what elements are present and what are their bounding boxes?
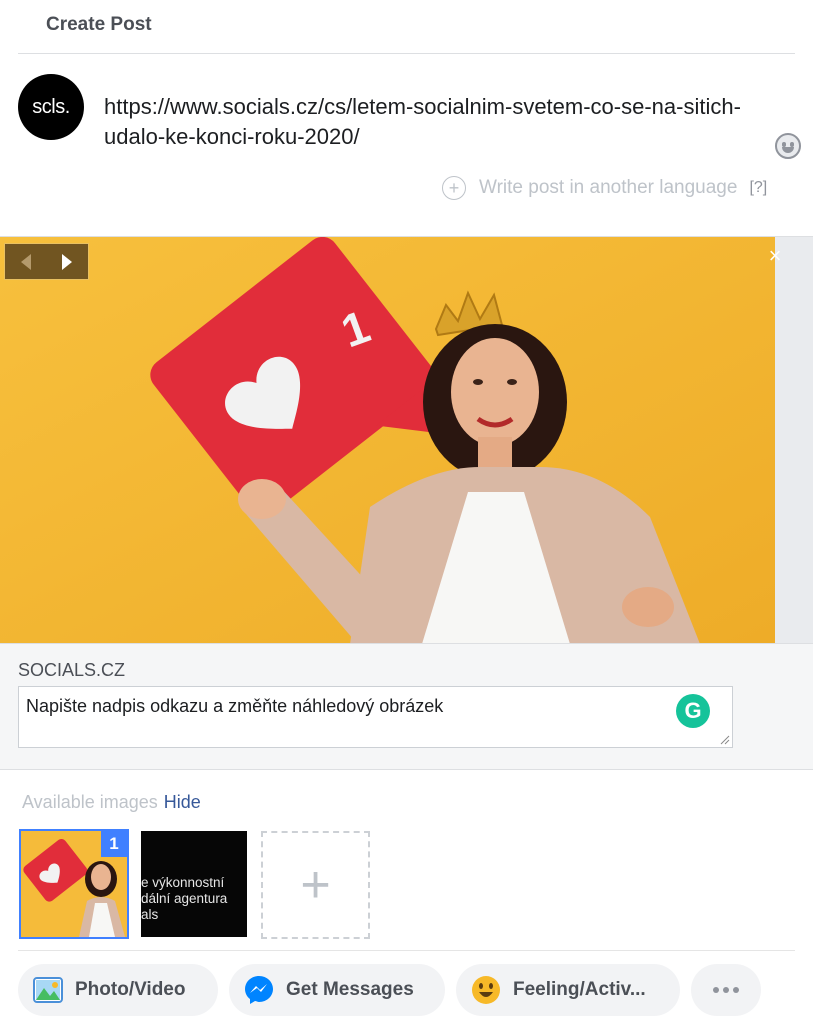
plus-circle-icon: + [442, 176, 466, 200]
link-caption-input[interactable]: Napište nadpis odkazu a změňte náhledový… [18, 686, 733, 748]
plus-icon: + [300, 856, 331, 914]
feeling-activity-button[interactable]: Feeling/Activ... [456, 964, 680, 1016]
messenger-icon [243, 974, 275, 1006]
photo-video-button[interactable]: Photo/Video [18, 964, 218, 1016]
avatar-text: scls. [32, 95, 70, 118]
add-image-button[interactable]: + [261, 831, 370, 939]
photo-icon [32, 974, 64, 1006]
more-dot-icon [713, 987, 719, 993]
smiley-icon[interactable] [775, 133, 801, 159]
image-thumb[interactable]: e výkonnostní dální agentura als [141, 831, 247, 937]
divider [18, 950, 795, 951]
write-language-label: Write post in another language [479, 177, 738, 198]
link-info-panel: SOCIALS.CZ Napište nadpis odkazu a změňt… [0, 643, 813, 770]
link-preview: 1 [0, 236, 813, 644]
resize-handle-icon[interactable] [720, 735, 730, 745]
available-images-label: Available images [22, 792, 158, 812]
composer-header: Create Post [18, 0, 795, 54]
close-preview-icon[interactable]: × [765, 245, 785, 267]
get-messages-label: Get Messages [286, 979, 414, 1000]
more-options-button[interactable] [691, 964, 761, 1016]
grammarly-icon[interactable]: G [676, 694, 710, 728]
hide-images-link[interactable]: Hide [164, 792, 201, 812]
help-link[interactable]: [?] [749, 179, 767, 197]
preview-image[interactable]: 1 [0, 237, 775, 644]
chevron-left-icon[interactable] [5, 244, 47, 279]
chevron-right-icon[interactable] [46, 244, 88, 279]
preview-photo: 1 [0, 237, 775, 644]
feeling-activity-label: Feeling/Activ... [513, 979, 646, 1000]
write-in-another-language[interactable]: + Write post in another language [?] [442, 175, 767, 201]
preview-carousel-nav [4, 243, 89, 280]
feeling-emoji-icon [470, 974, 502, 1006]
image-thumb-selected[interactable]: 1 [19, 829, 129, 939]
selected-badge: 1 [101, 831, 127, 857]
more-dot-icon [723, 987, 729, 993]
post-text-input[interactable]: https://www.socials.cz/cs/letem-socialni… [104, 92, 744, 152]
create-post-tab[interactable]: Create Post [46, 14, 152, 36]
available-images-row: Available images Hide [22, 792, 201, 813]
get-messages-button[interactable]: Get Messages [229, 964, 445, 1016]
thumb-text: e výkonnostní dální agentura als [141, 875, 228, 922]
link-domain: SOCIALS.CZ [18, 660, 126, 680]
more-dot-icon [733, 987, 739, 993]
photo-video-label: Photo/Video [75, 979, 186, 1000]
page-avatar[interactable]: scls. [18, 74, 84, 140]
link-caption-text: Napište nadpis odkazu a změňte náhledový… [26, 696, 444, 716]
